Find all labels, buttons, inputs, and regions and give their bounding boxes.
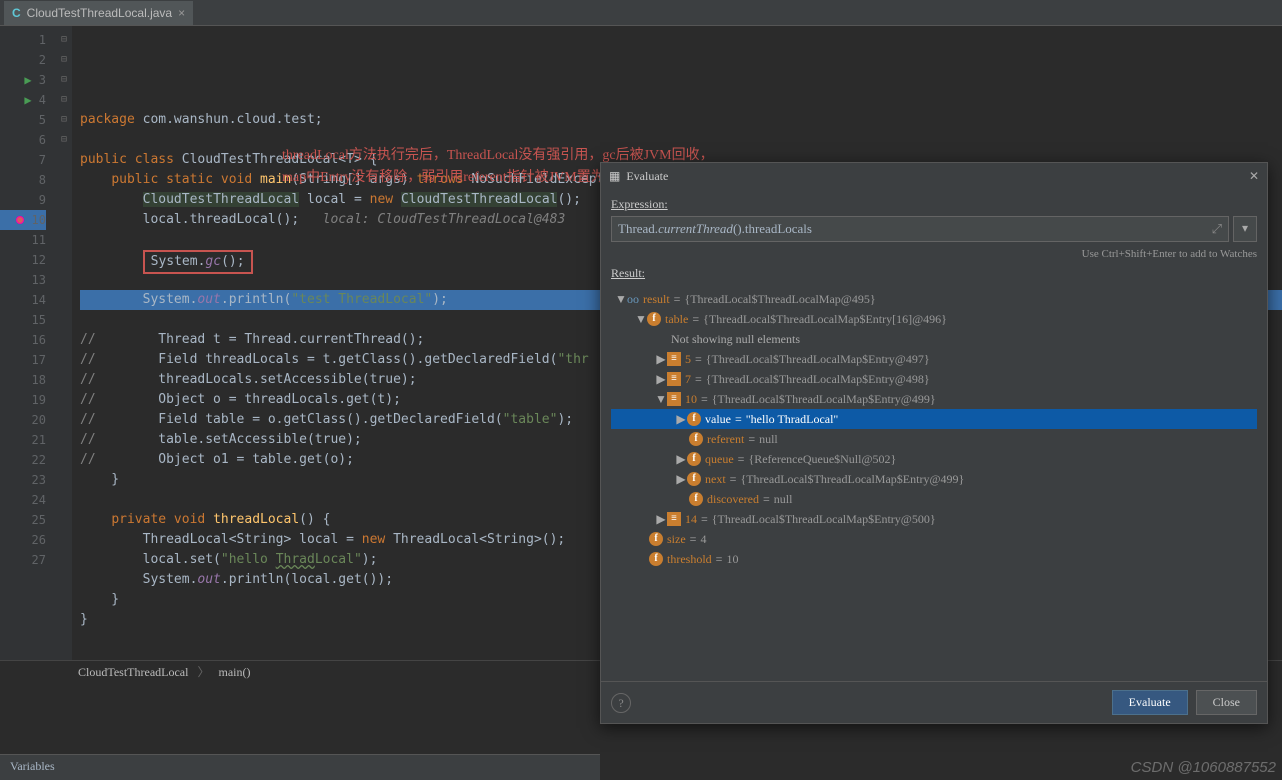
- tab-filename: CloudTestThreadLocal.java: [27, 6, 172, 20]
- evaluate-button[interactable]: Evaluate: [1112, 690, 1188, 715]
- chevron-icon: 〉: [197, 665, 209, 679]
- tree-referent[interactable]: freferent=null: [611, 429, 1257, 449]
- tree-idx-7[interactable]: ▶≡7={ThreadLocal$ThreadLocalMap$Entry@49…: [611, 369, 1257, 389]
- tree-result[interactable]: ▼ooresult={ThreadLocal$ThreadLocalMap@49…: [611, 289, 1257, 309]
- close-icon[interactable]: ✕: [1249, 169, 1259, 184]
- tree-threshold[interactable]: fthreshold=10: [611, 549, 1257, 569]
- watermark: CSDN @1060887552: [1131, 759, 1276, 776]
- hint-text: Use Ctrl+Shift+Enter to add to Watches: [611, 246, 1257, 262]
- tree-null-msg: Not showing null elements: [611, 329, 1257, 349]
- breadcrumb-method[interactable]: main(): [218, 665, 250, 679]
- expression-label: Expression:: [611, 197, 1257, 212]
- tree-idx-14[interactable]: ▶≡14={ThreadLocal$ThreadLocalMap$Entry@5…: [611, 509, 1257, 529]
- tree-size[interactable]: fsize=4: [611, 529, 1257, 549]
- fold-gutter: ⊟⊟⊟⊟⊟⊟: [56, 26, 72, 660]
- result-label: Result:: [611, 266, 1257, 281]
- tree-idx-10[interactable]: ▼≡10={ThreadLocal$ThreadLocalMap$Entry@4…: [611, 389, 1257, 409]
- tree-idx-5[interactable]: ▶≡5={ThreadLocal$ThreadLocalMap$Entry@49…: [611, 349, 1257, 369]
- evaluate-dialog: ▦ Evaluate ✕ Expression: Thread.currentT…: [600, 162, 1268, 724]
- file-tab[interactable]: C CloudTestThreadLocal.java ×: [4, 1, 193, 25]
- tree-next[interactable]: ▶fnext={ThreadLocal$ThreadLocalMap$Entry…: [611, 469, 1257, 489]
- result-tree[interactable]: ▼ooresult={ThreadLocal$ThreadLocalMap@49…: [611, 285, 1257, 673]
- expression-input[interactable]: Thread.currentThread().threadLocals⤢: [611, 216, 1229, 242]
- close-tab-icon[interactable]: ×: [178, 6, 185, 20]
- tree-queue[interactable]: ▶fqueue={ReferenceQueue$Null@502}: [611, 449, 1257, 469]
- dialog-titlebar[interactable]: ▦ Evaluate ✕: [601, 163, 1267, 189]
- breadcrumb-class[interactable]: CloudTestThreadLocal: [78, 665, 188, 679]
- help-icon[interactable]: ?: [611, 693, 631, 713]
- expression-history-dropdown[interactable]: ▾: [1233, 216, 1257, 242]
- dialog-title: Evaluate: [626, 169, 668, 184]
- java-class-icon: C: [12, 6, 21, 20]
- tree-discovered[interactable]: fdiscovered=null: [611, 489, 1257, 509]
- tab-bar: C CloudTestThreadLocal.java ×: [0, 0, 1282, 26]
- variables-panel[interactable]: Variables: [0, 754, 600, 780]
- close-button[interactable]: Close: [1196, 690, 1257, 715]
- line-number-gutter: 1 2▶ 3▶ 4 5 6 7 8 9 10 11 12 13 14 15 16…: [0, 26, 56, 660]
- dialog-icon: ▦: [609, 169, 620, 184]
- tree-table[interactable]: ▼ftable={ThreadLocal$ThreadLocalMap$Entr…: [611, 309, 1257, 329]
- tree-value[interactable]: ▶fvalue="hello ThradLocal": [611, 409, 1257, 429]
- variables-label: Variables: [10, 759, 55, 773]
